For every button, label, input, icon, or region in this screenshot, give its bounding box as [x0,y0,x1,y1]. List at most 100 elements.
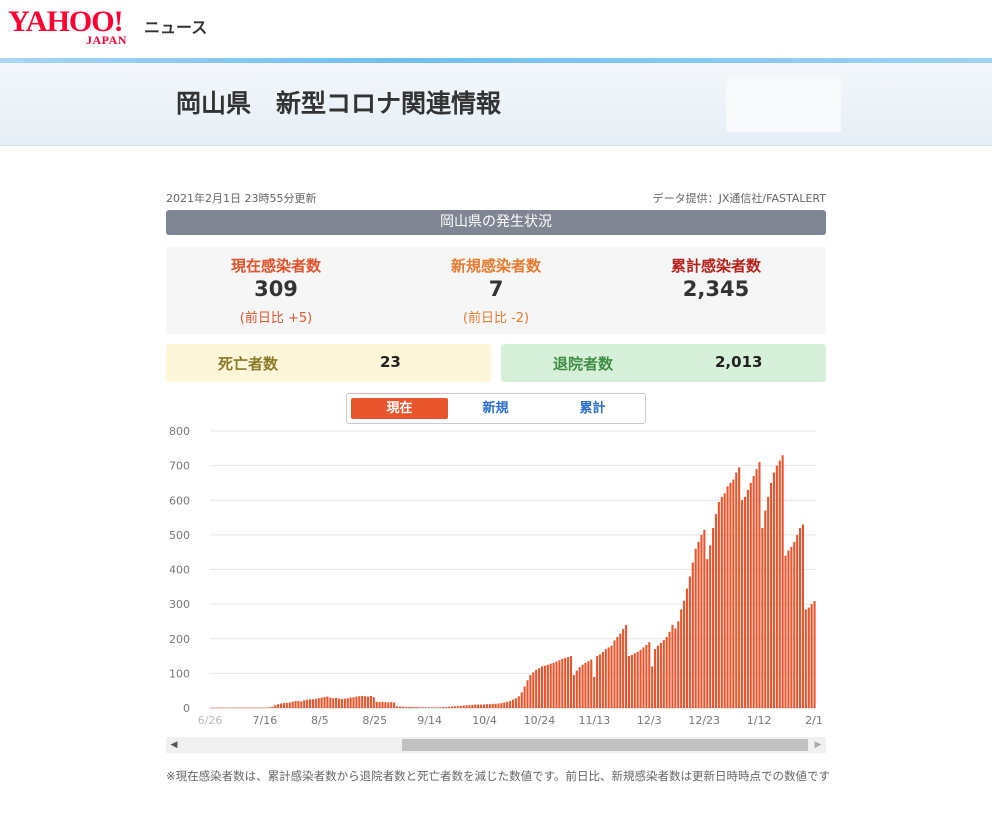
bar [364,696,367,708]
bar [662,640,665,708]
bar [665,637,668,708]
bar [651,666,654,708]
bar [308,699,312,708]
bar [755,469,758,708]
bar [456,706,459,708]
stat-current-value: 309 [254,277,298,301]
bar [474,704,477,708]
tab-new[interactable]: 新規 [447,398,544,419]
bar [480,704,483,708]
bar [741,500,744,708]
x-tick-label: 7/16 [253,714,278,727]
bar [770,482,773,708]
infection-bar-chart: 0 100 200 300 400 500 600 700 800 6/26 7/16 8/5 8/25… [169,425,823,727]
chart-scrollbar[interactable]: ◀ ▶ [166,737,826,753]
bar [291,701,294,708]
bar [697,541,700,708]
x-tick-label: 11/13 [579,714,611,727]
bar [801,524,804,708]
bar [297,701,300,708]
bar [320,697,323,708]
tab-current[interactable]: 現在 [351,398,448,419]
bar [569,656,573,708]
bar [746,489,749,708]
bar [613,640,616,708]
chart-tabs: 現在 新規 累計 [346,393,646,424]
bar [767,496,770,708]
bar [523,686,526,708]
x-tick-label: 12/23 [688,714,720,727]
bar [683,600,686,708]
bar [453,706,457,708]
bar [451,706,454,708]
bar [514,698,517,708]
bar [419,707,422,708]
tab-cumulative[interactable]: 累計 [544,398,641,419]
bar [674,628,677,708]
bar [735,472,738,708]
bar [787,550,790,708]
bar [375,701,378,708]
bar [616,637,619,708]
x-tick-label: 8/25 [362,714,387,727]
x-tick-label: 8/5 [311,714,329,727]
footnote: ※現在感染者数は、累計感染者数から退院者数と死亡者数を減じた数値です。前日比、新… [166,769,830,783]
bar [506,701,509,708]
bar [622,629,625,708]
bar [671,624,674,708]
bar [416,706,419,708]
bar [216,707,219,709]
bar [561,658,564,708]
bar [709,545,712,708]
bar [424,707,428,708]
bar [578,667,581,708]
bar [497,703,500,708]
bar [738,467,741,708]
bar [636,651,639,708]
bar [648,642,651,708]
scroll-thumb[interactable] [402,739,808,751]
bar [311,699,314,708]
bar [422,707,425,708]
bar [303,700,306,708]
recovered-box: 退院者数 2,013 [501,344,826,382]
bar [743,496,747,708]
bar [352,697,355,708]
bar [781,455,784,708]
bar [511,699,515,708]
bar [491,703,494,708]
bar [543,665,546,708]
bar [245,707,248,709]
top-bar: YAHOO! JAPAN ニュース [0,0,992,60]
bar [752,476,755,708]
bar [471,704,474,708]
bar [332,698,335,708]
bar [601,651,604,708]
bar [538,668,541,708]
bar [395,706,399,708]
scroll-right-arrow-icon[interactable]: ▶ [810,737,826,753]
bar [378,702,381,708]
bar [285,702,288,708]
y-tick-label: 0 [183,702,190,715]
bar [488,704,491,708]
bar [436,707,439,708]
x-tick-label: 12/3 [637,714,662,727]
bar [387,702,390,708]
bar [546,664,549,708]
bar [688,576,691,708]
y-tick-label: 500 [169,529,190,542]
bar [587,661,590,708]
bar [726,486,729,708]
service-name[interactable]: ニュース [144,14,207,38]
logo-sub: JAPAN [86,33,127,47]
scroll-left-arrow-icon[interactable]: ◀ [166,737,182,753]
recovered-value: 2,013 [715,353,763,371]
deaths-label: 死亡者数 [218,355,279,373]
stat-current-label: 現在感染者数 [230,257,321,275]
bar [349,697,352,708]
bar [242,707,245,709]
bar [361,695,364,708]
page-title: 岡山県 新型コロナ関連情報 [176,89,502,118]
yahoo-logo[interactable]: YAHOO! JAPAN ニュース [8,6,207,48]
